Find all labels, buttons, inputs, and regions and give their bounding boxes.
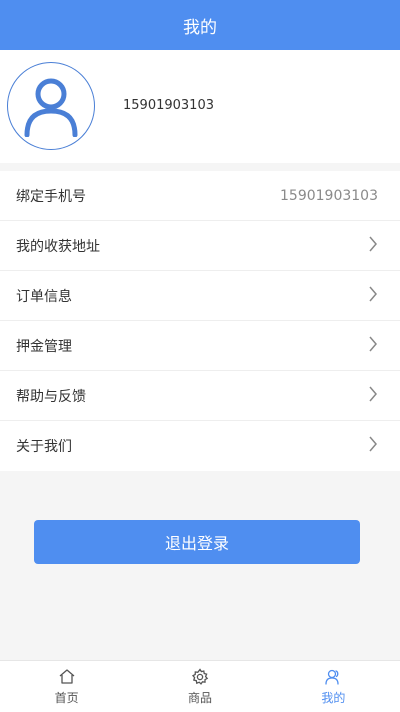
- profile-phone: 15901903103: [123, 98, 214, 113]
- tab-label: 商品: [187, 691, 212, 705]
- menu-item-deposit[interactable]: 押金管理: [0, 321, 400, 371]
- menu-item-about[interactable]: 关于我们: [0, 421, 400, 471]
- bound-phone-value: 15901903103: [280, 187, 378, 204]
- menu-item-bind-phone[interactable]: 绑定手机号 15901903103: [0, 171, 400, 221]
- menu-item-label: 关于我们: [16, 439, 72, 455]
- chevron-right-icon: [368, 336, 378, 356]
- chevron-right-icon: [368, 436, 378, 456]
- tab-label: 首页: [54, 691, 79, 705]
- chevron-right-icon: [368, 386, 378, 406]
- tab-label: 我的: [321, 691, 346, 705]
- user-icon: [324, 667, 342, 687]
- menu-item-label: 押金管理: [16, 338, 72, 355]
- chevron-right-icon: [368, 236, 378, 256]
- settings-menu: 绑定手机号 15901903103 我的收获地址 订单信息 押金管理 帮助与反馈…: [0, 171, 400, 471]
- menu-item-label: 帮助与反馈: [16, 388, 86, 405]
- logout-button[interactable]: 退出登录: [34, 520, 360, 564]
- menu-item-label: 订单信息: [16, 288, 72, 305]
- chevron-right-icon: [368, 286, 378, 306]
- page-title: 我的: [183, 17, 217, 38]
- menu-item-label: 绑定手机号: [16, 188, 86, 205]
- home-icon: [58, 667, 76, 687]
- tab-products[interactable]: 商品: [133, 661, 266, 712]
- page-header: 我的: [0, 0, 400, 50]
- tab-home[interactable]: 首页: [0, 661, 133, 712]
- tab-mine[interactable]: 我的: [267, 661, 400, 712]
- menu-item-label: 我的收获地址: [16, 238, 100, 255]
- gear-icon: [191, 667, 209, 687]
- user-avatar-icon[interactable]: [7, 62, 95, 150]
- menu-item-address[interactable]: 我的收获地址: [0, 221, 400, 271]
- bottom-tab-bar: 首页 商品 我的: [0, 660, 400, 712]
- profile-card: 15901903103: [0, 50, 400, 163]
- menu-item-help[interactable]: 帮助与反馈: [0, 371, 400, 421]
- menu-item-orders[interactable]: 订单信息: [0, 271, 400, 321]
